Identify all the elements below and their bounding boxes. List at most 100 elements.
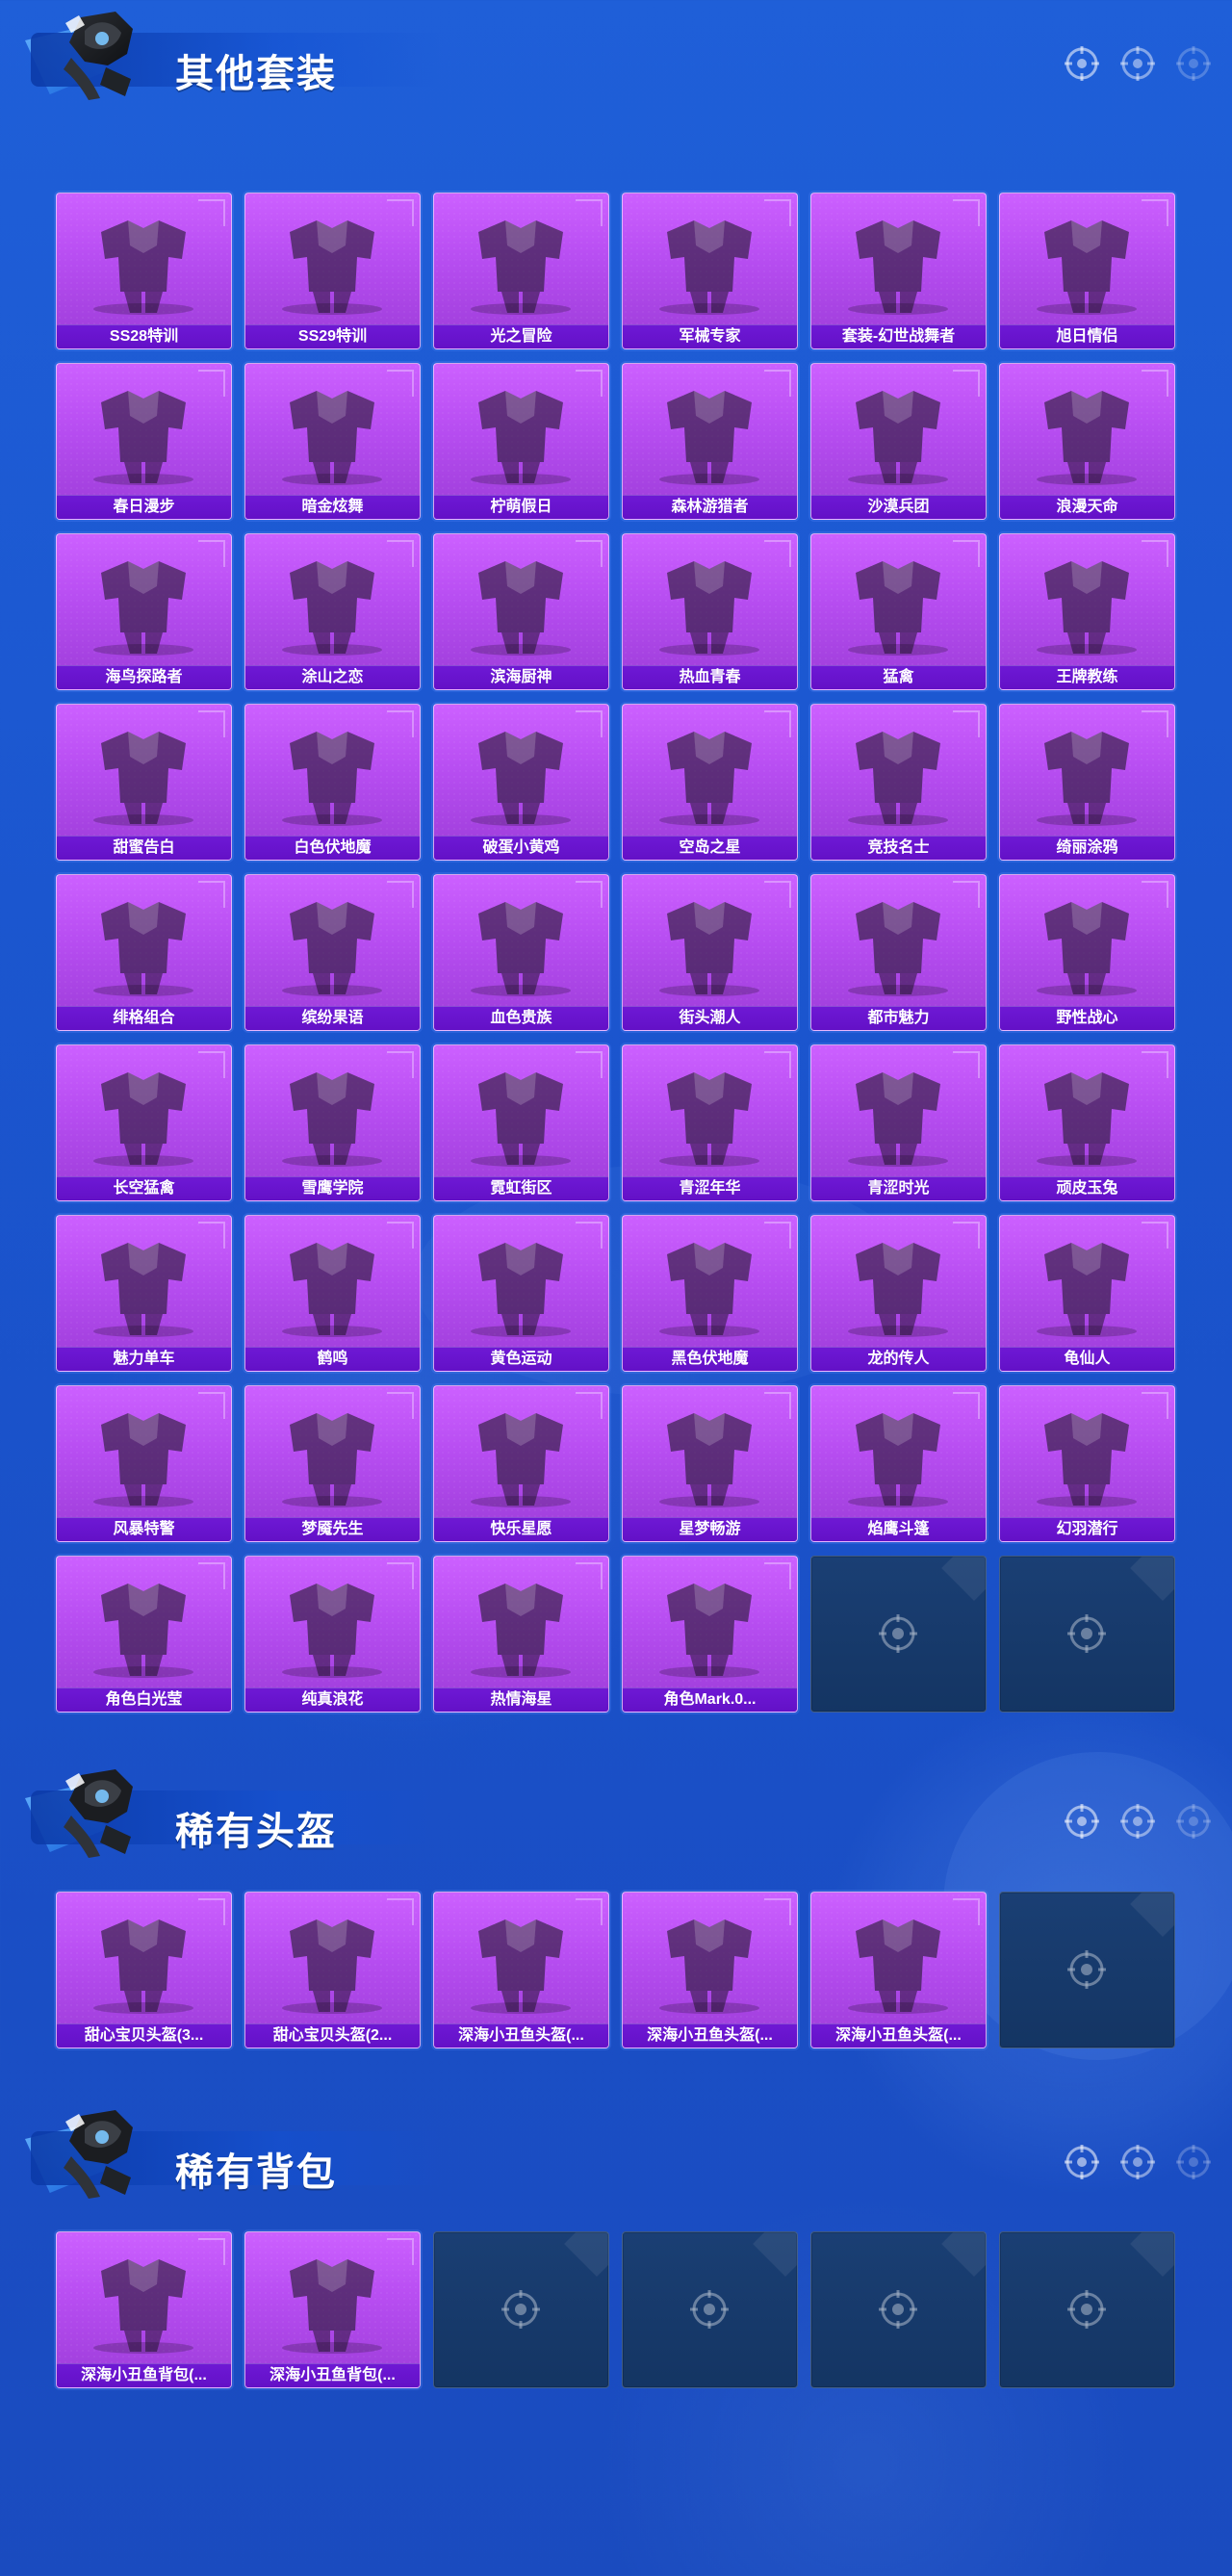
item-label: 龙的传人 xyxy=(811,1347,986,1371)
item-card[interactable]: 鹤鸣 xyxy=(244,1215,421,1372)
item-card[interactable]: 龙的传人 xyxy=(810,1215,987,1372)
item-card[interactable]: 浪漫天命 xyxy=(999,363,1175,520)
item-card[interactable]: 青涩时光 xyxy=(810,1044,987,1201)
item-card[interactable]: 破蛋小黄鸡 xyxy=(433,704,609,861)
item-card[interactable]: 森林游猎者 xyxy=(622,363,798,520)
item-card[interactable]: 绯格组合 xyxy=(56,874,232,1031)
item-label: 深海小丑鱼头盔(... xyxy=(811,2023,986,2048)
item-card[interactable]: 甜蜜告白 xyxy=(56,704,232,861)
outfit-icon xyxy=(471,220,571,315)
item-card[interactable]: 深海小丑鱼背包(... xyxy=(244,2231,421,2388)
item-card[interactable]: 白色伏地魔 xyxy=(244,704,421,861)
item-card[interactable]: 黄色运动 xyxy=(433,1215,609,1372)
item-label: 快乐星愿 xyxy=(434,1517,608,1541)
item-card[interactable]: 空岛之星 xyxy=(622,704,798,861)
outfit-icon xyxy=(93,732,193,826)
item-card[interactable]: 青涩年华 xyxy=(622,1044,798,1201)
mascot-icon xyxy=(64,2110,133,2199)
item-card[interactable]: 旭日情侣 xyxy=(999,193,1175,349)
item-card[interactable]: 套装-幻世战舞者 xyxy=(810,193,987,349)
item-card[interactable]: 血色贵族 xyxy=(433,874,609,1031)
item-card[interactable]: 霓虹街区 xyxy=(433,1044,609,1201)
item-card[interactable]: 街头潮人 xyxy=(622,874,798,1031)
item-card[interactable]: 涂山之恋 xyxy=(244,533,421,690)
mascot-icon xyxy=(64,1769,133,1858)
item-label: 角色白光莹 xyxy=(57,1687,231,1712)
outfit-icon xyxy=(93,2259,193,2354)
item-card[interactable]: 长空猛禽 xyxy=(56,1044,232,1201)
outfit-icon xyxy=(93,1919,193,2014)
item-card[interactable]: 纯真浪花 xyxy=(244,1556,421,1713)
item-card[interactable]: 热情海星 xyxy=(433,1556,609,1713)
outfit-icon xyxy=(471,1413,571,1507)
outfit-icon xyxy=(471,391,571,485)
item-card[interactable]: SS29特训 xyxy=(244,193,421,349)
item-card[interactable]: 柠萌假日 xyxy=(433,363,609,520)
outfit-icon xyxy=(471,1919,571,2014)
outfit-icon xyxy=(1037,220,1137,315)
empty-slot-corner xyxy=(1130,1893,1174,1937)
section-header-rare-helmets: 稀有头盔 xyxy=(0,1758,1232,1873)
item-card[interactable]: 深海小丑鱼头盔(... xyxy=(622,1892,798,2048)
item-card[interactable]: 海鸟探路者 xyxy=(56,533,232,690)
item-card[interactable]: 猛禽 xyxy=(810,533,987,690)
item-card[interactable]: 光之冒险 xyxy=(433,193,609,349)
item-card[interactable]: 魅力单车 xyxy=(56,1215,232,1372)
item-card[interactable]: 深海小丑鱼背包(... xyxy=(56,2231,232,2388)
item-card[interactable]: 军械专家 xyxy=(622,193,798,349)
item-card[interactable]: 竞技名士 xyxy=(810,704,987,861)
item-card[interactable]: 梦魇先生 xyxy=(244,1385,421,1542)
item-label: 角色Mark.0... xyxy=(623,1687,797,1712)
item-card[interactable]: 野性战心 xyxy=(999,874,1175,1031)
item-card[interactable]: 绮丽涂鸦 xyxy=(999,704,1175,861)
outfit-icon xyxy=(282,2259,382,2354)
outfit-icon xyxy=(93,1243,193,1337)
item-card[interactable]: 甜心宝贝头盔(3... xyxy=(56,1892,232,2048)
rare-helmets-grid: 甜心宝贝头盔(3... 甜心宝贝头盔(2... 深海小丑鱼头盔(... 深海小丑鱼头盔… xyxy=(56,1892,1175,2048)
item-label: 海鸟探路者 xyxy=(57,665,231,689)
item-card[interactable]: 滨海厨神 xyxy=(433,533,609,690)
outfit-icon xyxy=(93,1413,193,1507)
item-card[interactable]: 甜心宝贝头盔(2... xyxy=(244,1892,421,2048)
outfit-icon xyxy=(659,1072,759,1167)
item-card[interactable]: SS28特训 xyxy=(56,193,232,349)
outfit-icon xyxy=(659,220,759,315)
target-icon xyxy=(1120,46,1155,81)
target-icon xyxy=(1120,2145,1155,2179)
item-card[interactable]: 深海小丑鱼头盔(... xyxy=(433,1892,609,2048)
outfit-icon xyxy=(1037,561,1137,656)
item-card[interactable]: 黑色伏地魔 xyxy=(622,1215,798,1372)
item-label: 雪鹰学院 xyxy=(245,1176,420,1200)
item-label: 深海小丑鱼头盔(... xyxy=(434,2023,608,2048)
item-card[interactable]: 焰鹰斗篷 xyxy=(810,1385,987,1542)
outfit-icon xyxy=(848,561,948,656)
outfit-icon xyxy=(282,561,382,656)
item-card[interactable]: 沙漠兵团 xyxy=(810,363,987,520)
item-card[interactable]: 角色Mark.0... xyxy=(622,1556,798,1713)
outfit-icon xyxy=(659,561,759,656)
item-card[interactable]: 都市魅力 xyxy=(810,874,987,1031)
item-card[interactable]: 幻羽潜行 xyxy=(999,1385,1175,1542)
item-label: 竞技名士 xyxy=(811,836,986,860)
item-label: 梦魇先生 xyxy=(245,1517,420,1541)
item-card[interactable]: 热血青春 xyxy=(622,533,798,690)
item-card[interactable]: 雪鹰学院 xyxy=(244,1044,421,1201)
item-card[interactable]: 快乐星愿 xyxy=(433,1385,609,1542)
section-header-other-sets: 其他套装 xyxy=(0,0,1232,116)
empty-slot-corner xyxy=(1130,1557,1174,1601)
item-card[interactable]: 王牌教练 xyxy=(999,533,1175,690)
empty-slot xyxy=(999,1892,1175,2048)
item-card[interactable]: 春日漫步 xyxy=(56,363,232,520)
item-card[interactable]: 龟仙人 xyxy=(999,1215,1175,1372)
item-card[interactable]: 暗金炫舞 xyxy=(244,363,421,520)
item-card[interactable]: 深海小丑鱼头盔(... xyxy=(810,1892,987,2048)
item-card[interactable]: 风暴特警 xyxy=(56,1385,232,1542)
item-card[interactable]: 缤纷果语 xyxy=(244,874,421,1031)
item-label: 黄色运动 xyxy=(434,1347,608,1371)
rare-backpacks-grid: 深海小丑鱼背包(... 深海小丑鱼背包(... xyxy=(56,2231,1175,2388)
item-card[interactable]: 顽皮玉兔 xyxy=(999,1044,1175,1201)
item-card[interactable]: 星梦畅游 xyxy=(622,1385,798,1542)
item-card[interactable]: 角色白光莹 xyxy=(56,1556,232,1713)
item-label: 热血青春 xyxy=(623,665,797,689)
outfit-icon xyxy=(93,902,193,996)
